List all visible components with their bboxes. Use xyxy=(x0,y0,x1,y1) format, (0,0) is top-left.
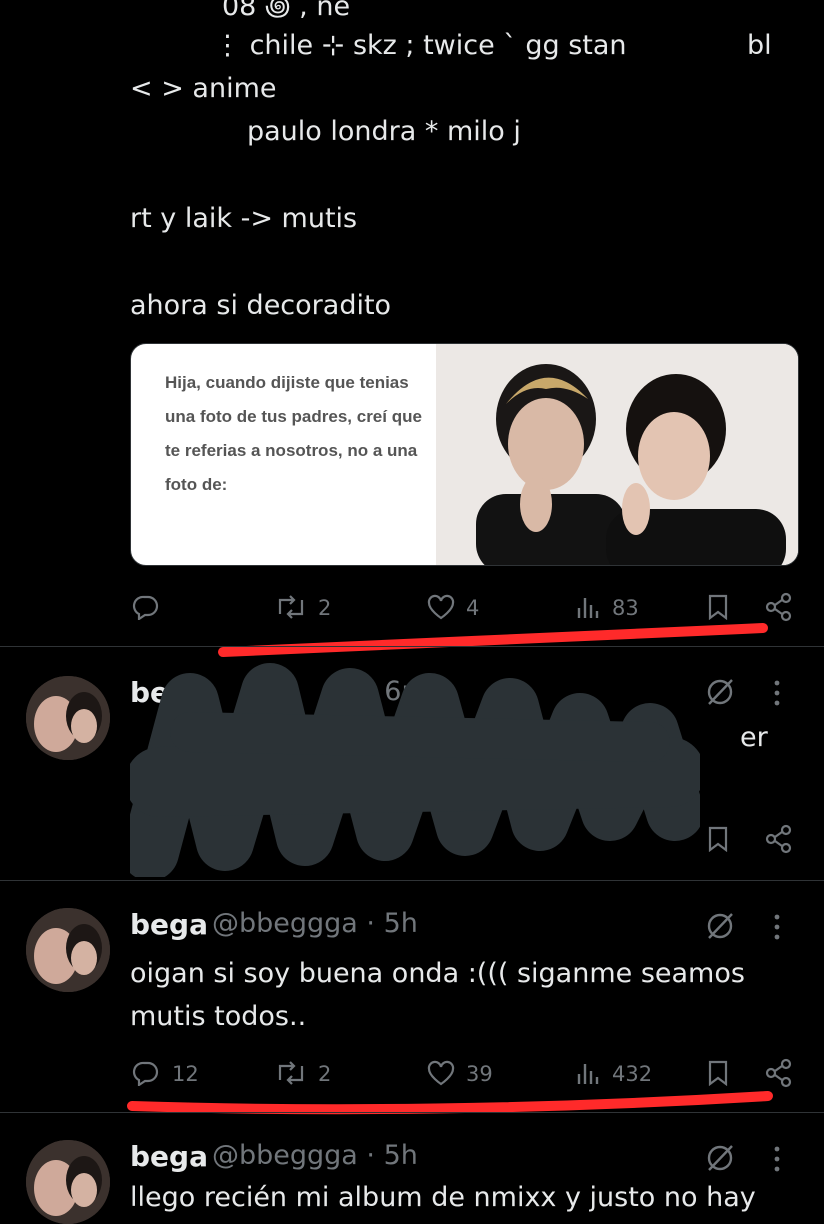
tweet-text: llego recién mi album de nmixx y justo n… xyxy=(130,1182,756,1213)
avatar[interactable] xyxy=(26,908,110,992)
card-caption: Hija, cuando dijiste que tenias una foto… xyxy=(165,373,422,494)
repost-icon[interactable] xyxy=(274,594,308,620)
avatar[interactable] xyxy=(26,1140,110,1224)
more-icon[interactable] xyxy=(772,912,782,942)
more-icon[interactable] xyxy=(772,1144,782,1174)
text-fragment: er xyxy=(740,722,768,753)
divider xyxy=(0,1112,824,1113)
grok-icon[interactable] xyxy=(704,1142,736,1174)
grok-icon[interactable] xyxy=(704,910,736,942)
rt-line: rt y laik -> mutis xyxy=(130,203,358,234)
share-icon[interactable] xyxy=(764,824,794,854)
bio-line-3: < > anime xyxy=(130,73,277,104)
tweet-text: oigan si soy buena onda :((( siganme sea… xyxy=(130,958,745,1032)
bio-line-2: ⋮ chile ⊹ skz ; twice ` gg stan xyxy=(214,30,627,61)
grok-icon[interactable] xyxy=(704,676,736,708)
views-icon[interactable] xyxy=(576,594,602,620)
reply-icon[interactable] xyxy=(132,594,160,620)
share-icon[interactable] xyxy=(764,1058,794,1088)
repost-count: 2 xyxy=(318,1062,332,1086)
views-count: 83 xyxy=(612,596,639,620)
repost-icon[interactable] xyxy=(274,1060,308,1086)
repost-count: 2 xyxy=(318,596,332,620)
card-photo xyxy=(436,344,798,565)
bio-line-1: 08 ꩜ , ne xyxy=(222,0,351,22)
reply-count: 12 xyxy=(172,1062,199,1086)
more-icon[interactable] xyxy=(772,678,782,708)
bio-line-2-end: bl xyxy=(747,30,772,61)
user-name[interactable]: bega xyxy=(130,908,208,941)
reply-icon[interactable] xyxy=(132,1060,160,1086)
user-handle[interactable]: @bbeggga · 5h xyxy=(212,908,418,939)
redaction-scribble xyxy=(130,663,700,877)
like-count: 39 xyxy=(466,1062,493,1086)
like-icon[interactable] xyxy=(426,594,456,620)
divider xyxy=(0,646,824,647)
like-icon[interactable] xyxy=(426,1060,456,1086)
like-count: 4 xyxy=(466,596,480,620)
avatar[interactable] xyxy=(26,676,110,760)
divider xyxy=(0,880,824,881)
bookmark-icon[interactable] xyxy=(706,1060,730,1086)
views-count: 432 xyxy=(612,1062,653,1086)
red-underline-annotation xyxy=(218,623,768,657)
media-card[interactable]: Hija, cuando dijiste que tenias una foto… xyxy=(130,343,799,566)
bookmark-icon[interactable] xyxy=(706,826,730,852)
share-icon[interactable] xyxy=(764,592,794,622)
views-icon[interactable] xyxy=(576,1060,602,1086)
red-underline-annotation xyxy=(127,1091,773,1115)
bio-line-4: paulo londra * milo j xyxy=(247,116,521,147)
user-name[interactable]: bega xyxy=(130,1140,208,1173)
bookmark-icon[interactable] xyxy=(706,594,730,620)
user-handle[interactable]: @bbeggga · 5h xyxy=(212,1140,418,1171)
decor-line: ahora si decoradito xyxy=(130,290,392,321)
